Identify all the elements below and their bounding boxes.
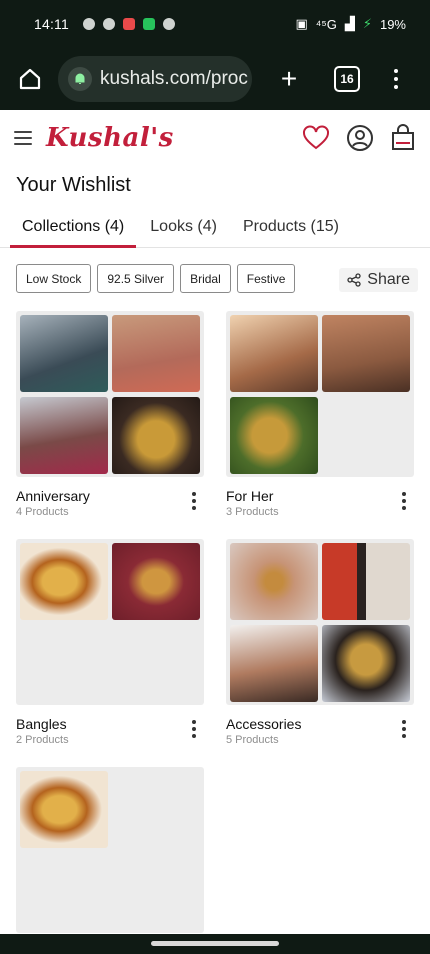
product-photo [112,543,200,620]
filter-chip-bridal[interactable]: Bridal [180,264,231,293]
collection-card-accessories[interactable]: Accessories 5 Products [226,539,414,746]
product-photo [322,625,410,702]
collection-thumbnail-grid [226,311,414,477]
tab-products[interactable]: Products (15) [235,210,347,247]
nfc-icon: ▣ [295,16,308,31]
plus-icon: + [280,63,298,94]
notification-icons [83,18,175,30]
incognito-icon [163,18,175,30]
tab-looks[interactable]: Looks (4) [142,210,225,247]
tab-switcher-button[interactable]: 16 [334,66,360,92]
product-photo [230,543,318,620]
share-button[interactable]: Share [339,268,418,292]
product-photo [112,397,200,474]
collection-thumbnail-grid [16,767,204,933]
site-info-icon[interactable] [68,67,92,91]
chrome-icon [103,18,115,30]
product-photo [230,397,318,474]
wishlist-tabs: Collections (4) Looks (4) Products (15) [0,210,430,248]
filter-chip-low-stock[interactable]: Low Stock [16,264,92,293]
signal-label: ⁴⁵G [315,16,337,32]
share-icon [347,273,361,287]
collection-card-for-her[interactable]: For Her 3 Products [226,311,414,518]
system-nav-bar [0,934,430,954]
collection-count: 4 Products [16,506,69,518]
collection-count: 2 Products [16,734,69,746]
menu-icon[interactable] [14,131,32,145]
product-photo [322,543,410,620]
chat-icon [83,18,95,30]
product-photo [20,315,108,392]
new-tab-button[interactable]: + [274,63,304,95]
product-photo [322,315,410,392]
share-label: Share [367,271,410,288]
brand-logo[interactable]: Kushal's [46,123,174,153]
battery-icon: ⚡ [362,16,372,31]
status-bar: 14:11 ▣ ⁴⁵G ▟ ⚡ 19% [0,0,430,48]
collection-title: Accessories [226,716,302,732]
whatsapp-icon [143,18,155,30]
browser-toolbar: kushals.com/proc + 16 [0,48,430,110]
collection-thumbnail-grid [16,539,204,705]
gesture-handle[interactable] [151,941,279,946]
cart-bag-icon[interactable] [390,124,416,152]
collection-count: 5 Products [226,734,279,746]
app-header: Kushal's [0,110,430,166]
wishlist-heart-icon[interactable] [302,125,330,151]
product-photo [20,397,108,474]
collection-title: For Her [226,488,274,504]
account-icon[interactable] [346,124,374,152]
collection-more-button[interactable] [402,720,406,738]
product-photo [112,315,200,392]
browser-menu-button[interactable] [394,69,398,89]
collection-thumbnail-grid [16,311,204,477]
collection-card-partial[interactable] [16,767,204,933]
status-time: 14:11 [34,16,69,32]
collection-count: 3 Products [226,506,279,518]
product-photo [20,771,108,848]
home-icon [19,68,41,90]
collection-title: Bangles [16,716,67,732]
collection-thumbnail-grid [226,539,414,705]
filter-chips: Low Stock 92.5 Silver Bridal Festive [16,264,296,293]
signal-icon: ▟ [344,16,355,31]
product-photo [20,543,108,620]
filter-chip-silver[interactable]: 92.5 Silver [97,264,175,293]
page-title: Your Wishlist [16,174,131,196]
status-right: ▣ ⁴⁵G ▟ ⚡ 19% [295,16,406,32]
app-notification-icon [123,18,135,30]
product-photo [230,315,318,392]
filter-chip-festive[interactable]: Festive [236,264,296,293]
product-photo [230,625,318,702]
battery-percent: 19% [379,16,406,32]
url-text: kushals.com/proc [100,68,248,89]
home-button[interactable] [12,61,48,97]
collection-more-button[interactable] [192,720,196,738]
collection-more-button[interactable] [402,492,406,510]
address-bar[interactable]: kushals.com/proc [58,56,252,102]
tab-collections[interactable]: Collections (4) [9,210,137,248]
collection-card-anniversary[interactable]: Anniversary 4 Products [16,311,204,518]
collection-card-bangles[interactable]: Bangles 2 Products [16,539,204,746]
collection-more-button[interactable] [192,492,196,510]
collection-title: Anniversary [16,488,90,504]
